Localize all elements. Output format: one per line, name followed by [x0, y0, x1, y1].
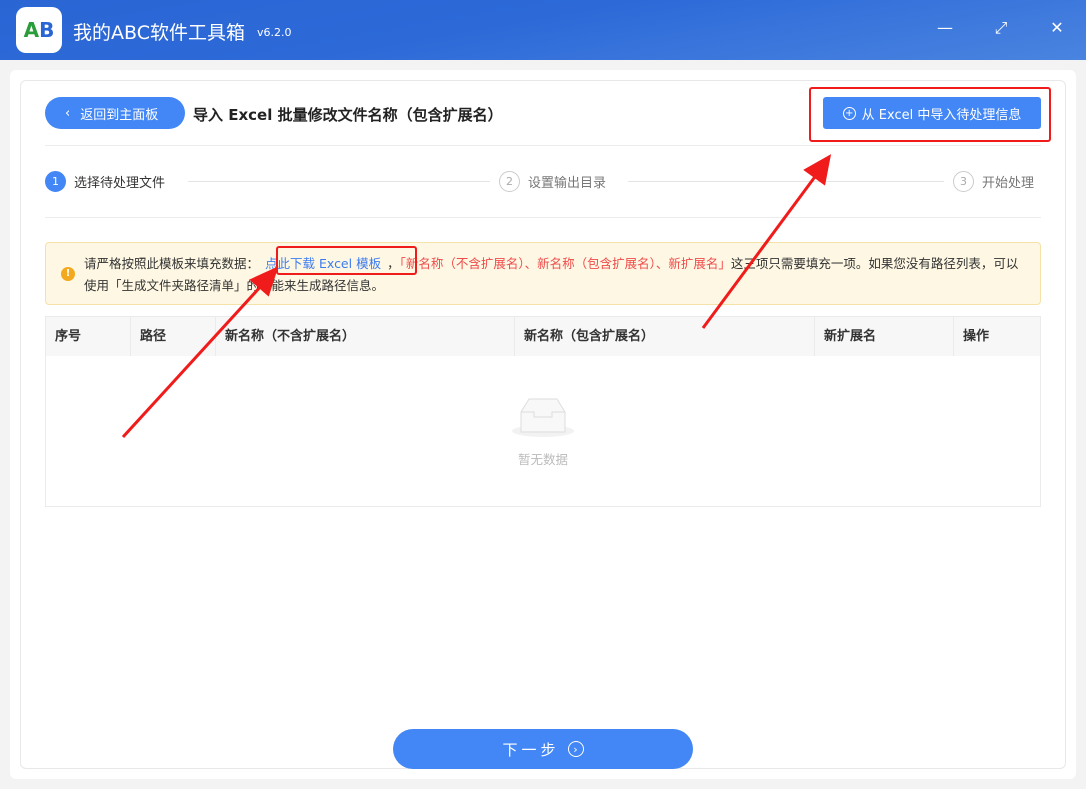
annotation-arrow	[703, 174, 817, 328]
arrowhead	[806, 157, 829, 183]
annotation-arrow	[123, 285, 262, 437]
annotation-arrows	[0, 0, 1086, 789]
